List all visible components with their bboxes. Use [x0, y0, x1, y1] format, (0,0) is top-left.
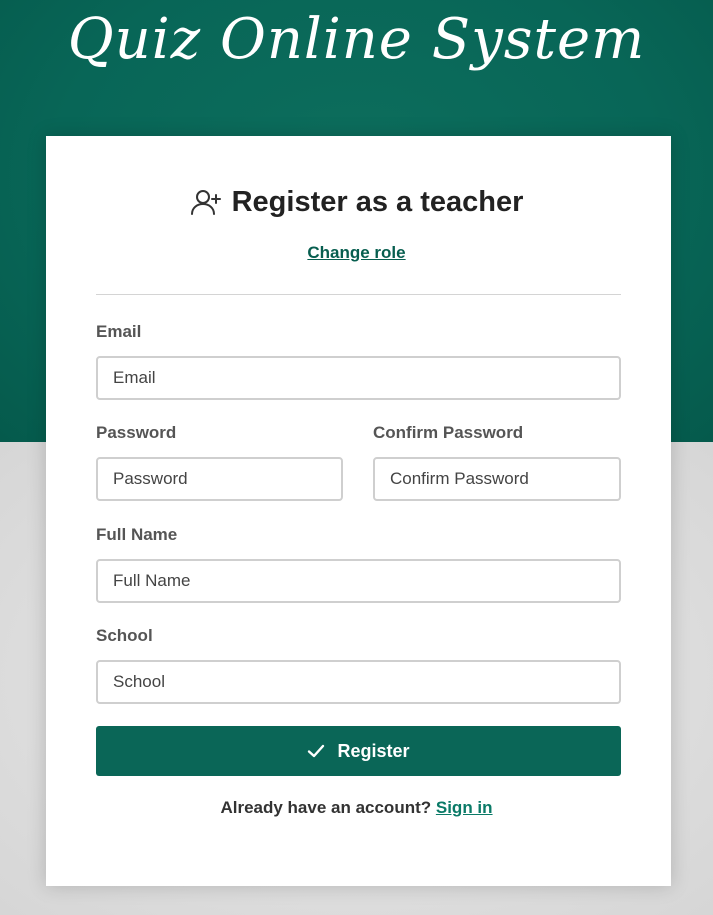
- full-name-field[interactable]: [96, 559, 621, 603]
- change-role-link[interactable]: Change role: [307, 243, 405, 262]
- sign-in-row: Already have an account? Sign in: [0, 798, 713, 818]
- register-button-label: Register: [337, 740, 410, 761]
- sign-in-prompt: Already have an account?: [220, 798, 432, 817]
- confirm-password-label: Confirm Password: [373, 423, 524, 442]
- register-button[interactable]: Register: [96, 726, 621, 776]
- form-heading: Register as a teacher: [0, 182, 713, 222]
- page-title: Register as a teacher: [231, 186, 524, 218]
- check-icon: [307, 742, 325, 760]
- sign-in-link[interactable]: Sign in: [436, 798, 493, 817]
- email-label: Email: [96, 322, 142, 341]
- password-field[interactable]: [96, 457, 343, 501]
- divider: [96, 294, 621, 295]
- confirm-password-field[interactable]: [373, 457, 621, 501]
- email-field[interactable]: [96, 356, 621, 400]
- change-role-row: Change role: [0, 243, 713, 263]
- full-name-label: Full Name: [96, 525, 178, 544]
- school-field[interactable]: [96, 660, 621, 704]
- password-label: Password: [96, 423, 177, 442]
- school-label: School: [96, 626, 153, 645]
- app-title: Quiz Online System: [67, 7, 646, 72]
- user-plus-icon: [190, 186, 222, 218]
